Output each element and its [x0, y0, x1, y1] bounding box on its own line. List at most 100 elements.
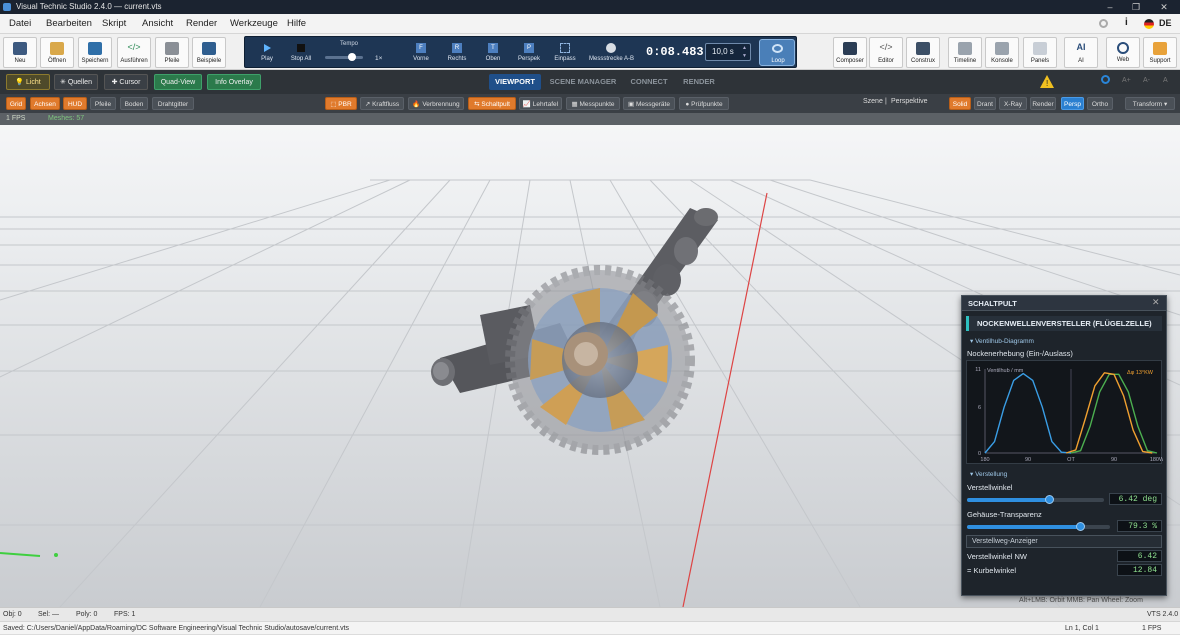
housing-transparency-slider[interactable]: [967, 522, 1110, 531]
measure-points-toggle[interactable]: ▦ Messpunkte: [566, 97, 620, 110]
mode-ortho[interactable]: Ortho: [1087, 97, 1113, 110]
font-larger-button[interactable]: A+: [1122, 77, 1131, 84]
sources-toggle[interactable]: ✳ Quellen: [54, 74, 98, 90]
open-button[interactable]: Öffnen: [40, 37, 74, 68]
control-panel-toggle[interactable]: ⇆ Schaltpult: [468, 97, 516, 110]
floor-toggle[interactable]: Boden: [120, 97, 148, 110]
slider1-thumb[interactable]: [1045, 495, 1055, 504]
pbr-toggle[interactable]: ⬚ PBR: [325, 97, 357, 110]
tab-connect[interactable]: CONNECT: [627, 74, 671, 90]
tempo-slider[interactable]: [325, 53, 363, 61]
info-overlay-button[interactable]: Info Overlay: [207, 74, 261, 90]
combustion-toggle[interactable]: 🔥 Verbrennung: [408, 97, 464, 110]
adjust-angle-slider[interactable]: [967, 495, 1104, 504]
arrows-toggle[interactable]: Pfeile: [90, 97, 116, 110]
menu-werkzeuge[interactable]: Werkzeuge: [230, 14, 278, 34]
cursor-toggle[interactable]: ✚ Cursor: [104, 74, 148, 90]
font-smaller-button[interactable]: A-: [1143, 77, 1150, 84]
run-button[interactable]: </> Ausführen: [117, 37, 151, 68]
section-lift-diagram[interactable]: ▾ Ventilhub-Diagramm: [970, 337, 1034, 345]
support-button[interactable]: Support: [1143, 37, 1177, 68]
tab-render[interactable]: RENDER: [679, 74, 719, 90]
gizmo-dot: [54, 553, 58, 557]
x-tick-label: 180: [980, 457, 989, 463]
play-button[interactable]: Play: [251, 40, 283, 66]
force-flow-toggle[interactable]: ↗ Kraftfluss: [360, 97, 404, 110]
view-front-button[interactable]: F Vorne: [405, 40, 437, 66]
section-adjustment[interactable]: ▾ Verstellung: [970, 470, 1007, 478]
tab-scene-manager[interactable]: SCENE MANAGER: [547, 74, 619, 90]
fps-status: FPS: 1: [114, 611, 136, 618]
object-count: Obj: 0: [3, 611, 22, 618]
slider2-value[interactable]: 79.3 %: [1117, 520, 1162, 532]
maximize-button[interactable]: ❐: [1123, 0, 1149, 14]
menu-render[interactable]: Render: [186, 14, 217, 34]
search-icon[interactable]: [1101, 75, 1110, 84]
light-toggle[interactable]: 💡 Licht: [6, 74, 50, 90]
transform-dropdown[interactable]: Transform ▾: [1125, 97, 1175, 110]
mode-persp[interactable]: Persp: [1061, 97, 1084, 110]
settings-gear-icon[interactable]: [1099, 19, 1108, 28]
menu-datei[interactable]: Datei: [9, 14, 31, 34]
hud-toggle[interactable]: HUD: [63, 97, 87, 110]
slider2-thumb[interactable]: [1076, 522, 1086, 531]
loop-button[interactable]: Loop: [759, 39, 795, 66]
close-window-button[interactable]: ✕: [1151, 0, 1177, 14]
timeline-button[interactable]: Timeline: [948, 37, 982, 68]
menu-hilfe[interactable]: Hilfe: [287, 14, 306, 34]
composer-button[interactable]: Composer: [833, 37, 867, 68]
instruments-toggle[interactable]: ▣ Messgeräte: [623, 97, 675, 110]
view-top-button[interactable]: T Oben: [477, 40, 509, 66]
info-icon[interactable]: i: [1125, 17, 1128, 28]
stop-all-button[interactable]: Stop All: [285, 40, 317, 66]
save-button[interactable]: Speichern: [78, 37, 112, 68]
font-reset-button[interactable]: A: [1163, 77, 1168, 84]
panel-titlebar[interactable]: SCHALTPULT ✕: [962, 296, 1166, 311]
mode-drant[interactable]: Drant: [974, 97, 996, 110]
fit-view-button[interactable]: Einpass: [549, 40, 581, 66]
arrows-button[interactable]: Pfeile: [155, 37, 189, 68]
wireframe-toggle[interactable]: Drahtgitter: [152, 97, 194, 110]
duration-field[interactable]: 10,0 s ▲ ▼: [705, 43, 751, 61]
menu-ansicht[interactable]: Ansicht: [142, 14, 173, 34]
menu-skript[interactable]: Skript: [102, 14, 126, 34]
minimize-button[interactable]: –: [1097, 0, 1123, 14]
cursor-position: Ln 1, Col 1: [1065, 625, 1099, 632]
quad-view-button[interactable]: Quad-View: [154, 74, 202, 90]
construx-icon: [916, 42, 930, 55]
warning-icon[interactable]: !: [1040, 75, 1054, 88]
measure-ab-button[interactable]: Messstrecke A-B: [589, 40, 634, 66]
slider1-value[interactable]: 6.42 deg: [1109, 493, 1162, 505]
spinner-arrows-icon[interactable]: ▲ ▼: [742, 44, 747, 60]
panels-button[interactable]: Panels: [1023, 37, 1057, 68]
construx-button[interactable]: Construx: [906, 37, 940, 68]
mode-solid[interactable]: Solid: [949, 97, 971, 110]
autosave-path: Saved: C:/Users/Daniel/AppData/Roaming/D…: [3, 625, 350, 632]
y-axis-label: Ventilhub / mm: [987, 368, 1024, 374]
web-button[interactable]: Web: [1106, 37, 1140, 68]
console-button[interactable]: Konsole: [985, 37, 1019, 68]
stop-icon: [297, 44, 305, 52]
check-points-toggle[interactable]: ● Prüfpunkte: [679, 97, 729, 110]
axes-toggle[interactable]: Achsen: [30, 97, 60, 110]
editor-button[interactable]: </> Editor: [869, 37, 903, 68]
examples-button[interactable]: Beispiele: [192, 37, 226, 68]
new-button[interactable]: Neu: [3, 37, 37, 68]
mode-render[interactable]: Render: [1030, 97, 1056, 110]
mode-xray[interactable]: X-Ray: [999, 97, 1027, 110]
poly-count: Poly: 0: [76, 611, 98, 618]
panel-close-icon[interactable]: ✕: [1152, 297, 1160, 308]
adjust-path-box[interactable]: Verstellweg-Anzeiger: [966, 535, 1162, 548]
view-right-button[interactable]: R Rechts: [441, 40, 473, 66]
fps-footer: 1 FPS: [1142, 625, 1162, 632]
teaching-board-toggle[interactable]: 📈 Lehrtafel: [519, 97, 562, 110]
new-file-icon: [13, 42, 27, 55]
svg-text:!: !: [1046, 79, 1048, 88]
language-label[interactable]: DE: [1159, 18, 1172, 28]
view-perspective-button[interactable]: P Perspek: [513, 40, 545, 66]
tempo-slider-thumb[interactable]: [348, 53, 356, 61]
menu-bearbeiten[interactable]: Bearbeiten: [46, 14, 92, 34]
ai-button[interactable]: AI AI: [1064, 37, 1098, 68]
grid-toggle[interactable]: Grid: [6, 97, 26, 110]
tab-viewport[interactable]: VIEWPORT: [489, 74, 541, 90]
